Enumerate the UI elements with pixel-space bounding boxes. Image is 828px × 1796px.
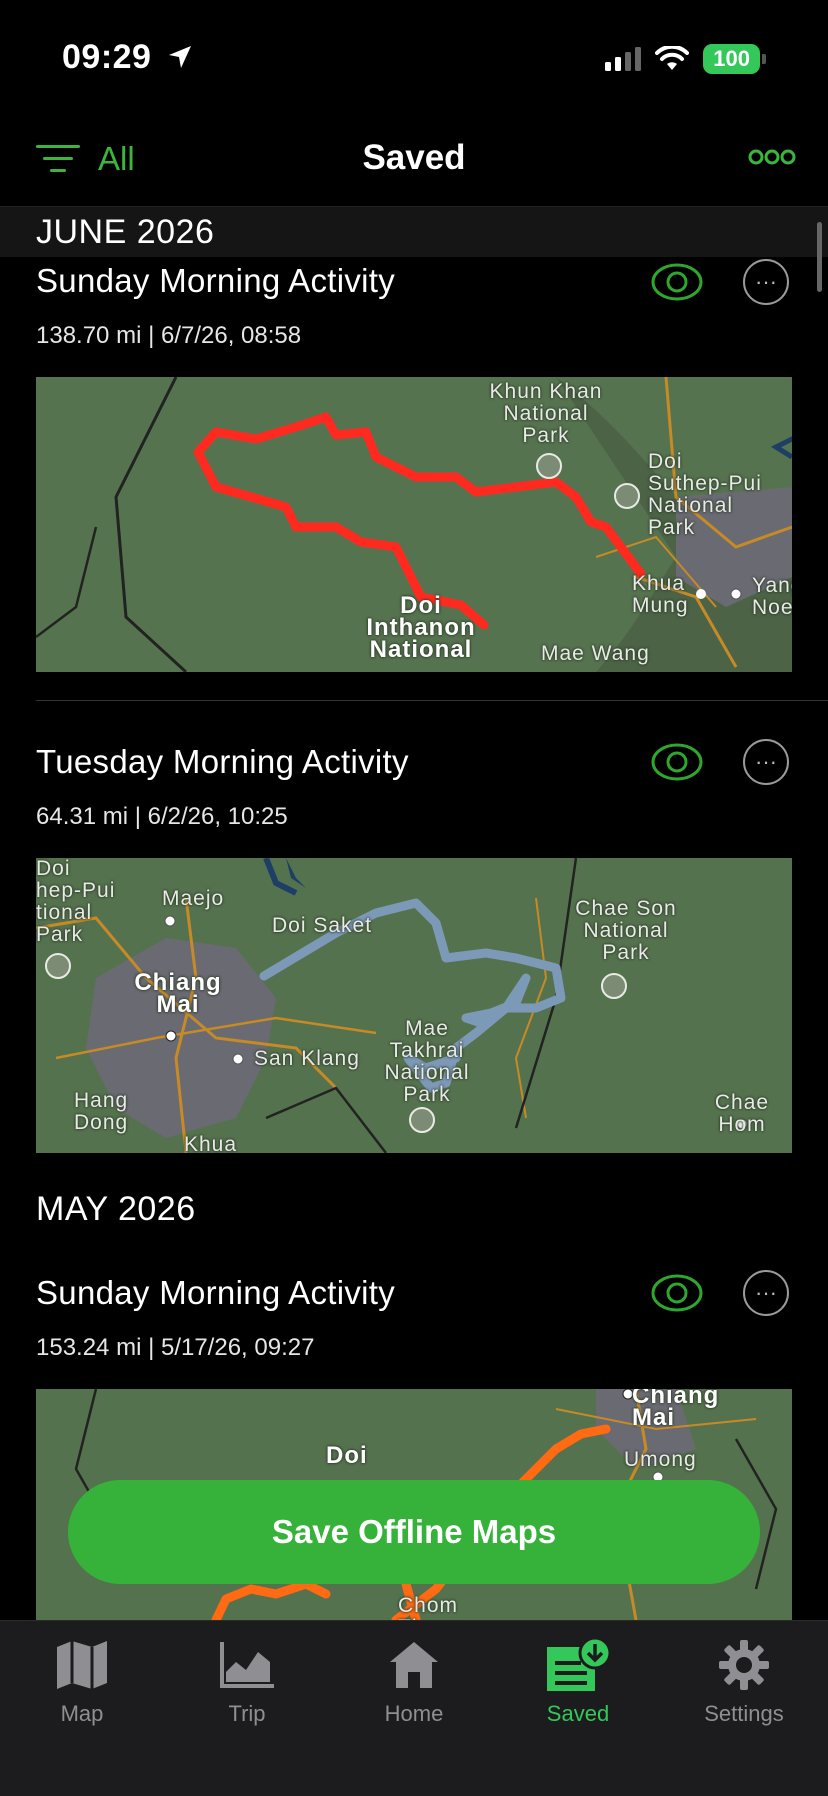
activity-title[interactable]: Tuesday Morning Activity (36, 743, 409, 781)
activity-more-button[interactable]: ··· (743, 1270, 789, 1316)
map-icon (12, 1635, 152, 1695)
divider (36, 700, 828, 701)
map-label: Yang Noen (752, 574, 792, 619)
battery-level: 100 (703, 44, 760, 74)
tab-bar: Map Trip Home Saved Settings (0, 1620, 828, 1796)
ellipsis-icon: ··· (755, 1280, 777, 1305)
tab-label: Trip (228, 1701, 266, 1726)
map-label: Doi (326, 1442, 368, 1469)
visibility-toggle-button[interactable] (651, 742, 703, 782)
map-label: Doi Inthanon National (366, 592, 476, 663)
map-label: Umong (624, 1448, 697, 1471)
gear-icon (674, 1635, 814, 1695)
ellipsis-icon: ··· (755, 749, 777, 774)
visibility-toggle-button[interactable] (651, 1273, 703, 1313)
activity-map-thumbnail[interactable]: Khun Khan National Park Doi Suthep-Pui N… (36, 377, 792, 672)
activity-meta: 153.24 mi | 5/17/26, 09:27 (36, 1334, 315, 1361)
activity-title[interactable]: Sunday Morning Activity (36, 1274, 395, 1312)
scrollbar[interactable] (817, 222, 822, 292)
more-options-button[interactable] (748, 148, 796, 171)
eye-icon (651, 743, 703, 781)
saved-download-icon (508, 1635, 648, 1695)
status-indicators: 100 (605, 44, 766, 74)
map-label: Maejo (162, 887, 225, 910)
month-header-sticky: JUNE 2026 (0, 206, 828, 257)
map-label: Hang Dong (74, 1089, 129, 1134)
page-title: Saved (362, 138, 466, 177)
map-label: Mae Takhrai National Park (384, 1017, 470, 1106)
activity-map-thumbnail[interactable]: Doi hep-Pui tional Park Maejo Doi Saket … (36, 858, 792, 1153)
map-label: Khua Mung (632, 572, 689, 617)
battery-indicator: 100 (703, 44, 766, 74)
map-label: Doi Suthep-Pui National Park (648, 450, 762, 539)
save-offline-maps-button[interactable]: Save Offline Maps (68, 1480, 760, 1584)
map-label: Mae Wang (541, 642, 650, 665)
activity-meta: 64.31 mi | 6/2/26, 10:25 (36, 803, 288, 830)
activity-more-button[interactable]: ··· (743, 739, 789, 785)
visibility-toggle-button[interactable] (651, 262, 703, 302)
map-label: Chom Thong (398, 1594, 462, 1621)
activity-title[interactable]: Sunday Morning Activity (36, 262, 395, 300)
tab-home[interactable]: Home (344, 1635, 484, 1727)
wifi-icon (655, 46, 690, 70)
tab-saved[interactable]: Saved (508, 1635, 648, 1727)
map-label: San Klang (254, 1047, 360, 1070)
tab-label: Settings (704, 1701, 784, 1726)
map-label: Chae Hom (714, 1091, 770, 1136)
map-label: Khun Khan National Park (489, 380, 603, 447)
activity-meta: 138.70 mi | 6/7/26, 08:58 (36, 322, 302, 349)
map-label: Doi hep-Pui tional Park (36, 858, 116, 946)
map-label: Doi Saket (272, 914, 373, 937)
map-label: Chiang Mai (134, 969, 222, 1018)
map-label: Chiang Mai (632, 1389, 720, 1431)
activity-more-button[interactable]: ··· (743, 259, 789, 305)
battery-cap (762, 54, 766, 64)
map-label: Khua (184, 1133, 238, 1154)
eye-icon (651, 263, 703, 301)
tab-trip[interactable]: Trip (177, 1635, 317, 1727)
home-icon (344, 1635, 484, 1695)
chart-icon (177, 1635, 317, 1695)
ellipsis-icon: ··· (755, 269, 777, 294)
more-dots-icon (748, 149, 796, 165)
tab-label: Map (60, 1701, 104, 1726)
map-label: Chae Son National Park (575, 897, 677, 964)
cellular-signal-icon (605, 47, 642, 71)
tab-settings[interactable]: Settings (674, 1635, 814, 1727)
month-label: MAY 2026 (36, 1190, 196, 1228)
status-time: 09:29 (62, 38, 193, 77)
tab-label: Home (384, 1701, 444, 1726)
location-arrow-icon (169, 46, 192, 68)
month-label: JUNE 2026 (36, 213, 215, 251)
tab-map[interactable]: Map (12, 1635, 152, 1727)
tab-label: Saved (546, 1701, 610, 1726)
eye-icon (651, 1274, 703, 1312)
